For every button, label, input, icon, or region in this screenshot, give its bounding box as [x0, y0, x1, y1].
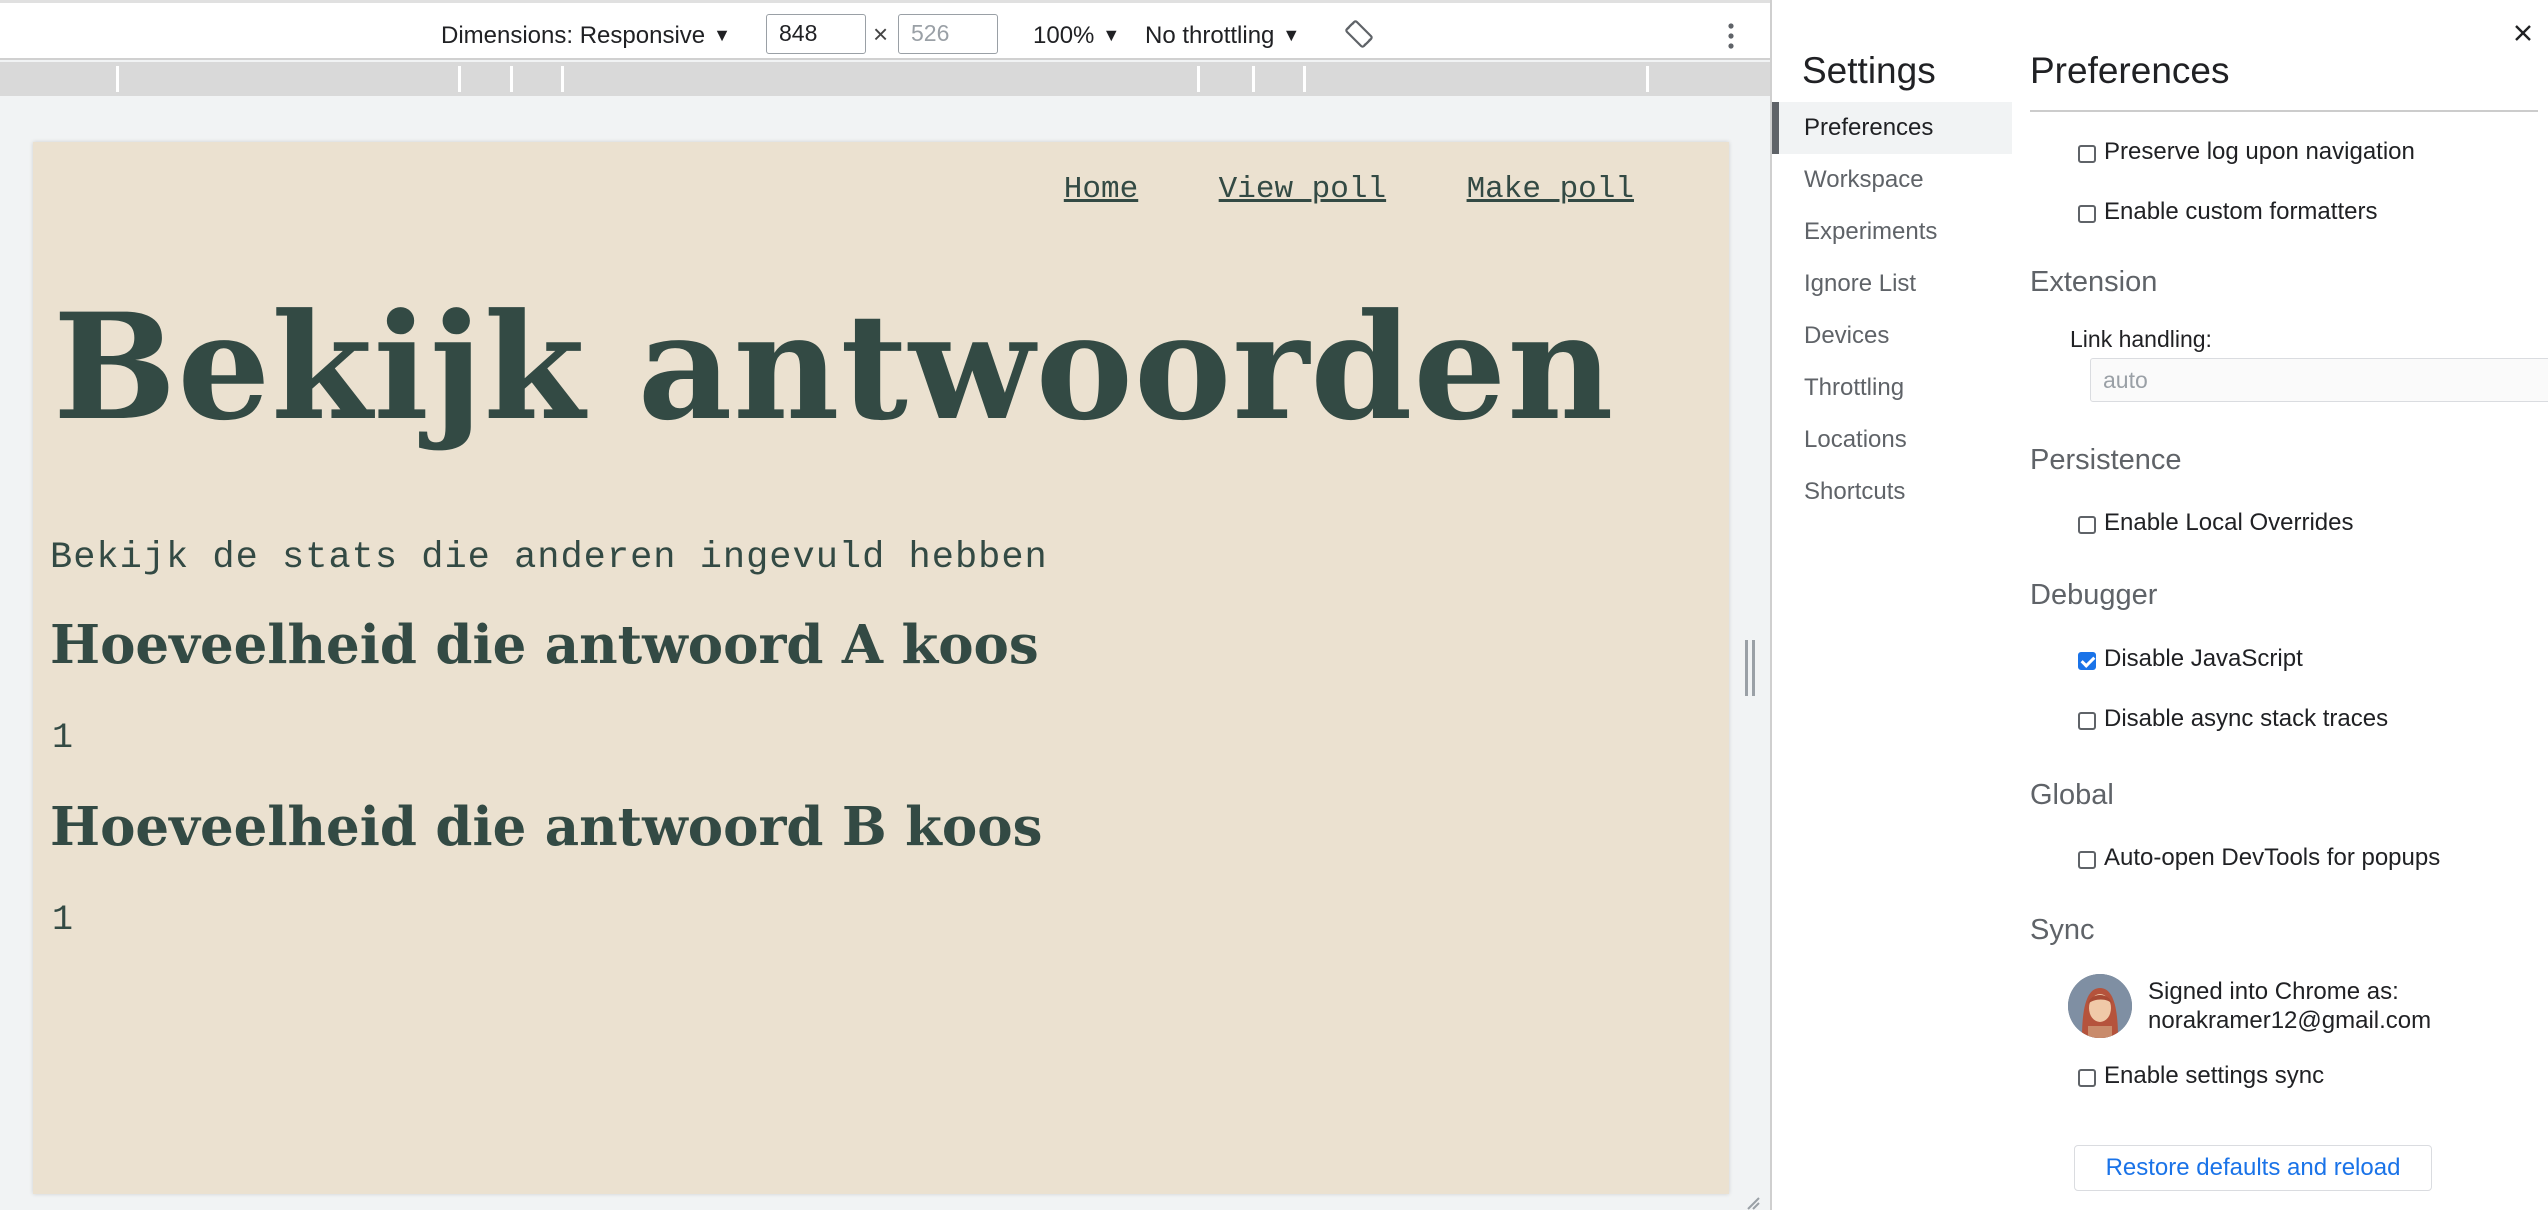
signed-in-info: Signed into Chrome as: norakramer12@gmai…	[2148, 977, 2431, 1035]
settings-sync-label: Enable settings sync	[2104, 1062, 2325, 1089]
page-title: Bekijk antwoorden	[53, 282, 1615, 453]
custom-formatters-checkbox[interactable]	[2078, 205, 2096, 223]
global-section-title: Global	[2030, 779, 2114, 811]
media-query-divider	[510, 66, 513, 92]
media-query-divider	[458, 66, 461, 92]
more-options-icon[interactable]	[1724, 21, 1738, 51]
answer-b-heading: Hoeveelheid die antwoord B koos	[50, 796, 1043, 858]
answer-a-heading: Hoeveelheid die antwoord A koos	[50, 614, 1039, 676]
local-overrides-checkbox[interactable]	[2078, 516, 2096, 534]
settings-nav: Preferences Workspace Experiments Ignore…	[1772, 102, 2012, 518]
resize-corner-icon[interactable]	[1746, 1196, 1760, 1210]
nav-link-home[interactable]: Home	[1064, 172, 1138, 207]
settings-nav-devices[interactable]: Devices	[1772, 310, 2012, 362]
media-query-divider	[1252, 66, 1255, 92]
site-nav: Home View poll Make poll	[988, 172, 1634, 207]
device-toolbar: Dimensions: Responsive ▼ 848 × 526 100% ▼ …	[0, 0, 1770, 60]
height-input[interactable]: 526	[898, 14, 998, 54]
auto-open-devtools-option[interactable]: Auto-open DevTools for popups	[2078, 844, 2440, 872]
media-query-divider	[1303, 66, 1306, 92]
zoom-label: 100%	[1033, 22, 1095, 49]
settings-title: Settings	[1802, 50, 1936, 91]
times-sign: ×	[873, 19, 889, 49]
settings-sync-checkbox[interactable]	[2078, 1069, 2096, 1087]
media-query-divider	[1197, 66, 1200, 92]
preserve-log-checkbox[interactable]	[2078, 145, 2096, 163]
page-intro: Bekijk de stats die anderen ingevuld heb…	[50, 537, 1048, 579]
async-stack-traces-option[interactable]: Disable async stack traces	[2078, 705, 2388, 733]
media-query-divider	[561, 66, 564, 92]
dimensions-caret-icon: ▼	[713, 25, 731, 45]
link-handling-value: auto	[2103, 367, 2148, 393]
settings-panel: Settings Preferences Workspace Experimen…	[1770, 0, 2548, 1210]
debugger-section-title: Debugger	[2030, 579, 2158, 611]
disable-javascript-option[interactable]: Disable JavaScript	[2078, 645, 2303, 673]
media-query-divider	[1646, 66, 1649, 92]
answer-a-count: 1	[52, 718, 74, 758]
throttling-label: No throttling	[1145, 22, 1275, 49]
custom-formatters-option[interactable]: Enable custom formatters	[2078, 198, 2377, 226]
throttling-dropdown[interactable]: No throttling ▼	[1145, 22, 1300, 50]
sync-section-title: Sync	[2030, 914, 2095, 946]
profile-avatar-icon	[2068, 974, 2132, 1038]
link-handling-label: Link handling:	[2070, 326, 2212, 352]
close-icon[interactable]	[2510, 20, 2536, 46]
settings-nav-shortcuts[interactable]: Shortcuts	[1772, 466, 2012, 518]
extension-section-title: Extension	[2030, 266, 2158, 298]
auto-open-devtools-label: Auto-open DevTools for popups	[2104, 844, 2441, 871]
nav-link-view-poll[interactable]: View poll	[1219, 172, 1386, 207]
preserve-log-option[interactable]: Preserve log upon navigation	[2078, 138, 2415, 166]
link-handling-select[interactable]: auto	[2090, 358, 2548, 402]
rotate-icon[interactable]	[1344, 19, 1374, 49]
settings-nav-workspace[interactable]: Workspace	[1772, 154, 2012, 206]
disable-javascript-label: Disable JavaScript	[2104, 645, 2303, 672]
zoom-dropdown[interactable]: 100% ▼	[1033, 22, 1120, 50]
auto-open-devtools-checkbox[interactable]	[2078, 851, 2096, 869]
preferences-title: Preferences	[2030, 50, 2230, 91]
preferences-content: Preserve log upon navigation Enable cust…	[2030, 112, 2548, 1210]
preserve-log-label: Preserve log upon navigation	[2104, 138, 2415, 165]
local-overrides-label: Enable Local Overrides	[2104, 509, 2354, 536]
zoom-caret-icon: ▼	[1102, 25, 1121, 45]
local-overrides-option[interactable]: Enable Local Overrides	[2078, 509, 2353, 537]
media-query-divider	[116, 66, 119, 92]
width-input[interactable]: 848	[766, 14, 866, 54]
nav-link-make-poll[interactable]: Make poll	[1467, 172, 1634, 207]
settings-nav-ignore-list[interactable]: Ignore List	[1772, 258, 2012, 310]
signed-in-label: Signed into Chrome as:	[2148, 978, 2399, 1005]
settings-nav-locations[interactable]: Locations	[1772, 414, 2012, 466]
settings-nav-experiments[interactable]: Experiments	[1772, 206, 2012, 258]
async-stack-traces-checkbox[interactable]	[2078, 712, 2096, 730]
device-emulation-pane: Dimensions: Responsive ▼ 848 × 526 100% ▼ …	[0, 0, 1770, 1210]
settings-nav-preferences[interactable]: Preferences	[1772, 102, 2012, 154]
signed-in-email: norakramer12@gmail.com	[2148, 1007, 2432, 1034]
answer-b-count: 1	[52, 900, 74, 940]
async-stack-traces-label: Disable async stack traces	[2104, 705, 2389, 732]
disable-javascript-checkbox[interactable]	[2078, 652, 2096, 670]
custom-formatters-label: Enable custom formatters	[2104, 198, 2378, 225]
throttling-caret-icon: ▼	[1282, 25, 1301, 45]
settings-sync-option[interactable]: Enable settings sync	[2078, 1062, 2324, 1090]
media-query-bar[interactable]	[0, 62, 1770, 96]
dimensions-label: Dimensions: Responsive	[441, 22, 706, 49]
persistence-section-title: Persistence	[2030, 444, 2182, 476]
dimensions-dropdown[interactable]: Dimensions: Responsive ▼	[441, 22, 731, 50]
settings-nav-throttling[interactable]: Throttling	[1772, 362, 2012, 414]
restore-defaults-button[interactable]: Restore defaults and reload	[2074, 1145, 2432, 1191]
emulated-page-viewport: Home View poll Make poll Bekijk antwoord…	[33, 142, 1729, 1194]
viewport-resize-handle[interactable]	[1745, 640, 1755, 696]
avatar	[2068, 974, 2132, 1038]
